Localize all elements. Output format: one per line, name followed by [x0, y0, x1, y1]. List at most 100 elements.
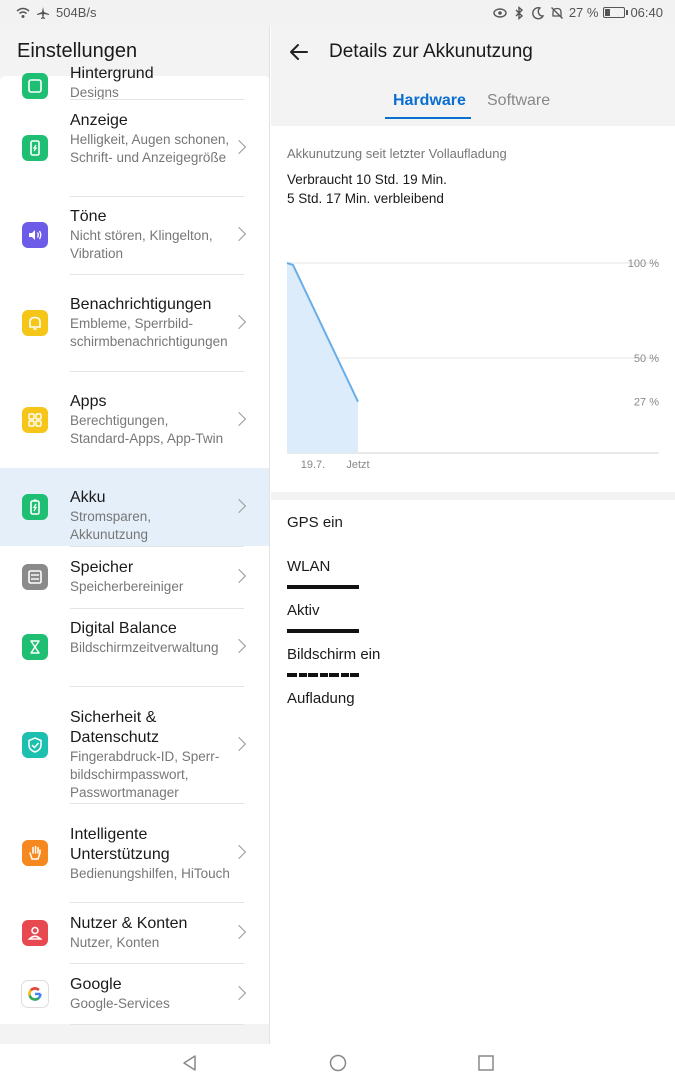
usage-row-label: Aufladung [287, 690, 355, 707]
usage-bar [287, 629, 359, 633]
settings-item-text: Google Google-Services [70, 975, 230, 1013]
settings-item-text: Apps Berechtigungen, Standard-Apps, App-T… [70, 392, 230, 448]
navigation-bar [0, 1044, 675, 1080]
battery-chart: 100 % 50 % 27 % 19.7. Jetzt [286, 258, 659, 471]
chevron-right-icon [231, 411, 247, 426]
x-tick-label: 19.7. [301, 459, 325, 471]
details-header: Details zur Akkunutzung Hardware Softwar… [271, 26, 675, 126]
usage-since-label: Akkunutzung seit letzter Vollaufladung [287, 146, 507, 161]
sound-icon [22, 222, 48, 248]
chevron-right-icon [231, 844, 247, 859]
usage-row-label: Bildschirm ein [287, 646, 381, 663]
settings-item-digital-balance[interactable]: Digital Balance Bildschirmzeitverwal­tung [0, 608, 269, 687]
settings-item-sicherheit-datenschutz[interactable]: Sicherheit & Datenschutz Fingerabdruck-ID… [0, 686, 269, 804]
tab-hardware[interactable]: Hardware [393, 92, 466, 110]
usage-row-label: GPS ein [287, 514, 343, 531]
battery-icon [603, 7, 629, 18]
usage-bar [287, 585, 359, 589]
clock: 06:40 [630, 5, 663, 20]
airplane-icon [37, 6, 49, 19]
settings-item-text: Nutzer & Konten Nutzer, Konten [70, 914, 230, 952]
network-speed: 504B/s [56, 5, 97, 20]
chevron-right-icon [231, 638, 247, 654]
settings-item-subtitle: Bildschirmzeitverwal­tung [70, 640, 219, 655]
settings-item-text: Hintergrund Designs [70, 64, 230, 102]
settings-item-text: Speicher Speicherbereiniger [70, 558, 230, 596]
storage-icon [22, 564, 48, 590]
home-circle-icon[interactable] [329, 1054, 347, 1072]
eye-comfort-icon [493, 7, 507, 18]
settings-item-text: Digital Balance Bildschirmzeitverwal­tung [70, 619, 230, 657]
chevron-right-icon [231, 139, 247, 154]
settings-item-text: Akku Stromsparen, Akkunutzung [70, 488, 230, 544]
settings-item-speicher[interactable]: Speicher Speicherbereiniger [0, 546, 269, 609]
page-title: Einstellungen [17, 40, 138, 62]
settings-item-apps[interactable]: Apps Berechtigungen, Standard-Apps, App-T… [0, 371, 269, 469]
settings-item-subtitle: Bedienungshilfen, HiTouch [70, 865, 230, 881]
row-divider [70, 1024, 244, 1025]
chevron-right-icon [231, 498, 247, 514]
settings-item-töne[interactable]: Töne Nicht stören, Klingelton, Vibration [0, 196, 269, 275]
settings-item-text: Benachrichtigungen Embleme, Sperrbild­sch… [70, 295, 230, 351]
hourglass-icon [22, 634, 48, 660]
status-bar: 504B/s 27 % 06:40 [0, 0, 675, 26]
settings-item-title: Google [70, 975, 122, 993]
usage-consumed: Verbraucht 10 Std. 19 Min. [287, 172, 447, 187]
x-tick-label: Jetzt [346, 459, 369, 471]
battery-icon [22, 494, 48, 520]
settings-item-subtitle: Nicht stören, Klingelton, Vibration [70, 228, 213, 261]
back-triangle-icon[interactable] [181, 1054, 199, 1072]
settings-item-text: Intelligente Unterstützung Bedienungshilf… [70, 825, 230, 883]
settings-item-text: Töne Nicht stören, Klingelton, Vibration [70, 207, 230, 263]
chevron-right-icon [231, 985, 247, 1000]
settings-item-title: Speicher [70, 559, 134, 576]
chevron-right-icon [231, 226, 247, 242]
user-icon [22, 919, 48, 946]
wallpaper-icon [22, 72, 48, 99]
recents-square-icon[interactable] [477, 1054, 495, 1072]
battery-details-panel: Details zur Akkunutzung Hardware Softwar… [271, 26, 675, 1044]
settings-item-subtitle: Speicherbereiniger [70, 579, 184, 594]
display-icon [22, 134, 48, 161]
settings-item-anzeige[interactable]: Anzeige Helligkeit, Augen schonen, Schrif… [0, 99, 269, 197]
settings-item-title: Hintergrund [70, 65, 154, 82]
chevron-right-icon [231, 924, 247, 939]
wifi-icon [16, 7, 30, 18]
section-divider [271, 492, 675, 500]
settings-item-intelligente-unterstützung[interactable]: Intelligente Unterstützung Bedienungshilf… [0, 803, 269, 903]
chevron-right-icon [231, 736, 247, 751]
settings-item-akku[interactable]: Akku Stromsparen, Akkunutzung [0, 468, 269, 547]
usage-row-label: Aktiv [287, 602, 320, 619]
settings-item-title: Akku [70, 489, 106, 506]
settings-item-title: Nutzer & Konten [70, 914, 188, 932]
settings-item-benachrichtigungen[interactable]: Benachrichtigungen Embleme, Sperrbild­sch… [0, 274, 269, 372]
settings-item-subtitle: Fingerabdruck-ID, Sperr­bildschirmpasswo… [70, 748, 220, 800]
shield-icon [22, 731, 48, 758]
settings-item-text: Anzeige Helligkeit, Augen schonen, Schrif… [70, 111, 230, 167]
settings-list: Hintergrund Designs Anzeige Helligkeit, Aug… [0, 65, 269, 1025]
settings-item-title: Intelligente Unterstützung [70, 825, 170, 863]
settings-item-subtitle: Nutzer, Konten [70, 934, 160, 950]
settings-item-title: Töne [70, 208, 107, 225]
settings-item-text: Sicherheit & Datenschutz Fingerabdruck-ID… [70, 708, 230, 802]
settings-item-nutzer-konten[interactable]: Nutzer & Konten Nutzer, Konten [0, 902, 269, 964]
chevron-right-icon [231, 314, 247, 329]
usage-bar [287, 673, 359, 677]
settings-item-google[interactable]: Google Google-Services [0, 963, 269, 1025]
settings-item-subtitle: Berechtigungen, Standard-Apps, App-Twin [70, 412, 224, 446]
settings-item-title: Digital Balance [70, 620, 177, 637]
tab-software[interactable]: Software [487, 92, 550, 110]
back-arrow-icon[interactable] [287, 40, 311, 64]
y-tick-label: 100 % [628, 258, 659, 270]
settings-item-subtitle: Embleme, Sperrbild­schirmbenachrichtigun… [70, 315, 228, 349]
apps-icon [22, 406, 48, 433]
settings-item-hintergrund[interactable]: Hintergrund Designs [0, 64, 269, 102]
bell-icon [22, 309, 48, 336]
usage-row-label: WLAN [287, 558, 331, 575]
mute-bell-icon [550, 6, 563, 19]
settings-item-subtitle: Google-Services [70, 995, 170, 1011]
settings-item-title: Benachrichtigungen [70, 295, 212, 313]
google-icon [22, 980, 48, 1007]
y-tick-label: 27 % [634, 397, 659, 409]
active-tab-indicator [385, 117, 471, 119]
